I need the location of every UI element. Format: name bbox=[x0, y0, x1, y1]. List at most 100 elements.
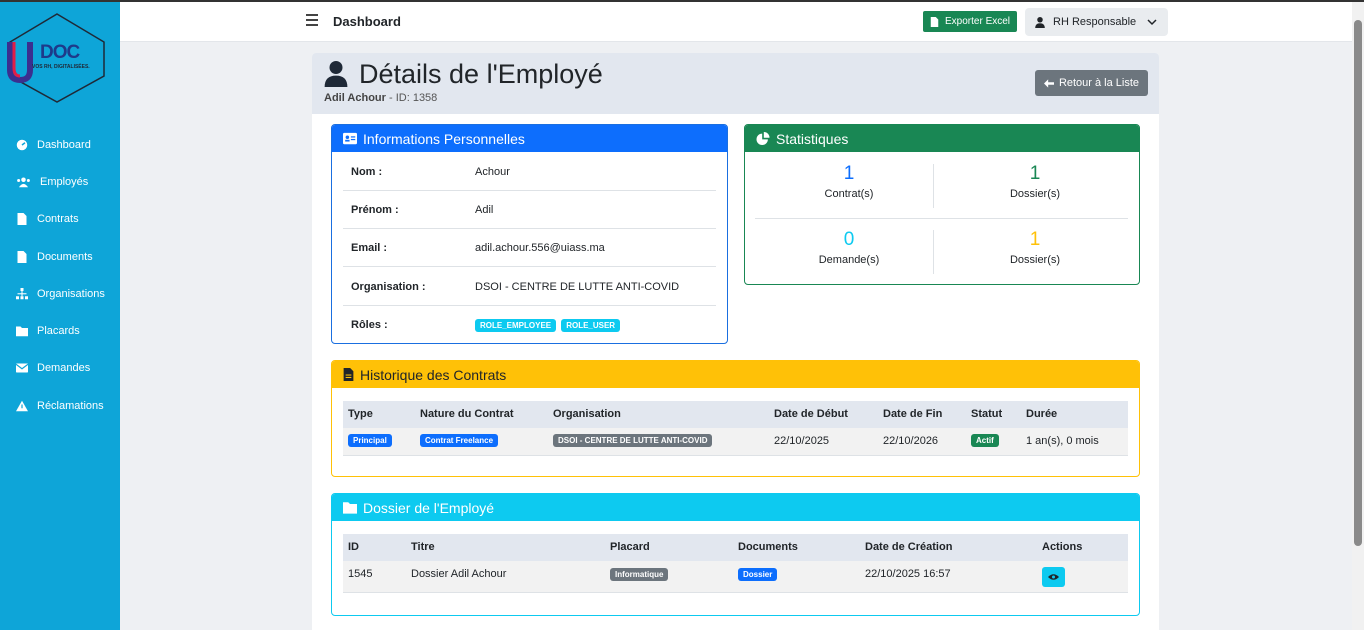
dossier-title: Dossier Adil Achour bbox=[411, 568, 507, 580]
details-header: Détails de l'Employé Adil Achour - ID: 1… bbox=[312, 53, 1159, 114]
statistics-title: Statistiques bbox=[776, 130, 849, 147]
column-header: Date de Début bbox=[774, 408, 848, 420]
view-dossier-button[interactable] bbox=[1042, 567, 1065, 587]
sidebar-item-reclamations[interactable]: Réclamations bbox=[0, 387, 120, 424]
export-excel-button[interactable]: Exporter Excel bbox=[923, 11, 1018, 32]
column-header: Documents bbox=[738, 541, 798, 553]
contracts-history-header: Historique des Contrats bbox=[332, 361, 1139, 388]
stat-dossiers-2: 1 Dossier(s) bbox=[945, 229, 1125, 266]
arrow-left-icon bbox=[1043, 78, 1054, 88]
column-header: Organisation bbox=[553, 408, 621, 420]
sidebar-item-organisations[interactable]: Organisations bbox=[0, 275, 120, 312]
scrollbar-thumb[interactable] bbox=[1354, 20, 1362, 546]
details-title: Détails de l'Employé bbox=[359, 59, 603, 89]
warning-icon bbox=[16, 400, 28, 411]
table-header: Type Nature du Contrat Organisation Date… bbox=[343, 401, 1128, 428]
info-row-nom: Nom : Achour bbox=[343, 153, 716, 191]
sidebar-item-label: Demandes bbox=[37, 362, 91, 375]
page-scrollbar[interactable] bbox=[1352, 2, 1364, 630]
stat-value: 1 bbox=[1029, 229, 1041, 250]
personal-info-header: Informations Personnelles bbox=[332, 125, 727, 152]
page-title: Dashboard bbox=[333, 14, 401, 29]
statistics-panel: Statistiques 1 Contrat(s) 1 Dossier(s) 0… bbox=[744, 124, 1140, 285]
column-header: Placard bbox=[610, 541, 650, 553]
menu-toggle-icon[interactable] bbox=[306, 14, 318, 26]
folder-icon bbox=[16, 326, 28, 337]
id-card-icon bbox=[343, 132, 357, 145]
info-row-prenom: Prénom : Adil bbox=[343, 191, 716, 229]
sidebar-item-employes[interactable]: Employés bbox=[0, 163, 120, 200]
file-excel-icon bbox=[930, 16, 939, 27]
sidebar-item-label: Placards bbox=[37, 325, 80, 338]
file-icon bbox=[17, 213, 27, 226]
chevron-down-icon bbox=[1147, 19, 1157, 26]
back-label: Retour à la Liste bbox=[1058, 77, 1140, 89]
sidebar-item-placards[interactable]: Placards bbox=[0, 312, 120, 349]
placard-badge: Informatique bbox=[610, 568, 670, 581]
column-header: Actions bbox=[1042, 541, 1083, 553]
stat-dossiers: 1 Dossier(s) bbox=[945, 163, 1125, 200]
employee-dossier-title: Dossier de l'Employé bbox=[363, 499, 495, 516]
user-menu-dropdown[interactable]: RH Responsable bbox=[1025, 8, 1168, 36]
column-header: Titre bbox=[411, 541, 435, 553]
personal-info-panel: Informations Personnelles Nom : Achour P… bbox=[331, 124, 728, 344]
info-value: adil.achour.556@uiass.ma bbox=[475, 242, 605, 254]
info-value: Achour bbox=[475, 166, 510, 178]
column-header: Durée bbox=[1026, 408, 1058, 420]
info-label: Nom : bbox=[351, 166, 383, 178]
documents-badge: Dossier bbox=[738, 568, 779, 581]
nature-badge-label: Contrat Freelance bbox=[420, 434, 499, 447]
info-label: Prénom : bbox=[351, 204, 399, 216]
file-icon bbox=[17, 250, 27, 263]
contracts-history-panel: Historique des Contrats Type Nature du C… bbox=[331, 360, 1140, 477]
eye-icon bbox=[1048, 574, 1059, 580]
dossier-id: 1545 bbox=[348, 568, 373, 580]
info-row-email: Email : adil.achour.556@uiass.ma bbox=[343, 229, 716, 267]
status-badge-label: Actif bbox=[971, 434, 999, 447]
sidebar-item-contrats[interactable]: Contrats bbox=[0, 201, 120, 238]
sidebar-item-label: Employés bbox=[40, 175, 89, 188]
employee-name: Adil Achour bbox=[324, 92, 386, 104]
creation-date: 22/10/2025 16:57 bbox=[865, 568, 951, 580]
employee-dossier-panel: Dossier de l'Employé ID Titre Placard Do… bbox=[331, 493, 1140, 616]
personal-info-title: Informations Personnelles bbox=[363, 130, 525, 147]
sidebar-item-label: Dashboard bbox=[37, 138, 91, 151]
pie-chart-icon bbox=[756, 132, 770, 145]
back-to-list-button[interactable]: Retour à la Liste bbox=[1035, 70, 1148, 96]
envelope-icon bbox=[16, 363, 28, 373]
end-date: 22/10/2026 bbox=[883, 435, 939, 447]
stat-demandes: 0 Demande(s) bbox=[759, 229, 939, 266]
info-label: Rôles : bbox=[351, 319, 388, 331]
documents-badge-label: Dossier bbox=[738, 568, 778, 581]
stat-divider bbox=[755, 218, 1128, 219]
sidebar-item-demandes[interactable]: Demandes bbox=[0, 350, 120, 387]
stat-value: 0 bbox=[843, 229, 855, 250]
sidebar-item-label: Réclamations bbox=[37, 399, 104, 412]
type-badge-label: Principal bbox=[348, 434, 392, 447]
roles-badges: ROLE_EMPLOYEE ROLE_USER bbox=[475, 319, 622, 332]
table-row: 1545 Dossier Adil Achour Informatique Do… bbox=[343, 561, 1128, 593]
info-row-organisation: Organisation : DSOI - CENTRE DE LUTTE AN… bbox=[343, 268, 716, 306]
column-header: Nature du Contrat bbox=[420, 408, 514, 420]
dashboard-icon bbox=[16, 139, 28, 150]
start-date: 22/10/2025 bbox=[774, 435, 830, 447]
stat-label: Dossier(s) bbox=[1009, 188, 1061, 200]
role-badge: ROLE_EMPLOYEE bbox=[475, 319, 557, 332]
role-badge: ROLE_USER bbox=[561, 319, 621, 332]
sitemap-icon bbox=[16, 287, 28, 300]
employee-dossier-header: Dossier de l'Employé bbox=[332, 494, 1139, 521]
sidebar-item-label: Contrats bbox=[37, 213, 79, 226]
info-row-roles: Rôles : ROLE_EMPLOYEE ROLE_USER bbox=[343, 306, 716, 344]
sidebar-nav: Dashboard Employés Contrats Documents Or… bbox=[0, 126, 120, 424]
sidebar-item-dashboard[interactable]: Dashboard bbox=[0, 126, 120, 163]
user-name: RH Responsable bbox=[1053, 16, 1137, 28]
stat-divider bbox=[933, 230, 934, 274]
logo-text: DOC bbox=[40, 42, 80, 63]
app-logo[interactable]: DOC VOS RH, DIGITALISÉES. bbox=[6, 12, 108, 104]
stat-label: Demande(s) bbox=[818, 254, 880, 266]
stat-label: Contrat(s) bbox=[824, 188, 874, 200]
sidebar-item-label: Documents bbox=[37, 250, 93, 263]
user-icon bbox=[1035, 16, 1045, 28]
duration: 1 an(s), 0 mois bbox=[1026, 435, 1099, 447]
sidebar-item-documents[interactable]: Documents bbox=[0, 238, 120, 275]
